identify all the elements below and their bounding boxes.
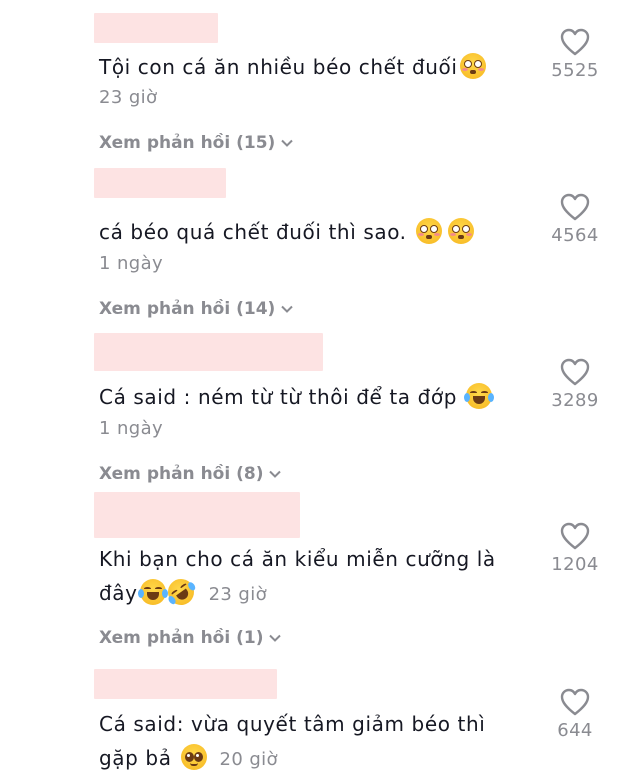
heart-icon — [560, 28, 590, 56]
chevron-down-icon — [269, 470, 282, 478]
like-button[interactable]: 3289 — [530, 358, 620, 411]
flushed-face-icon — [459, 53, 486, 79]
rolling-on-floor-laughing-face-icon — [162, 573, 199, 611]
comment-time: 23 giờ — [208, 584, 268, 605]
comment-time: 1 ngày — [99, 253, 164, 274]
comment-text: Cá said: vừa quyết tâm giảm béo thì gặp … — [99, 712, 486, 770]
heart-icon — [560, 688, 590, 716]
username-redacted[interactable] — [94, 669, 277, 699]
like-button[interactable]: 644 — [530, 688, 620, 741]
chevron-down-icon — [281, 305, 294, 313]
like-button[interactable]: 5525 — [530, 28, 620, 81]
flushed-face-icon — [447, 218, 474, 244]
chevron-down-icon — [281, 139, 294, 147]
like-count: 5525 — [551, 60, 599, 81]
chevron-down-icon — [269, 634, 282, 642]
like-button[interactable]: 4564 — [530, 193, 620, 246]
comment-time: 20 giờ — [219, 749, 278, 770]
view-replies-button[interactable]: Xem phản hồi (15) — [99, 133, 294, 153]
flushed-face-icon — [415, 218, 442, 244]
username-redacted[interactable] — [94, 333, 323, 371]
comment-item: Tội con cá ăn nhiều béo chết đuối 23 giờ… — [0, 0, 620, 165]
like-button[interactable]: 1204 — [530, 522, 620, 575]
comment-item: Cá said : ném từ từ thôi để ta đớp 1 ngà… — [0, 330, 620, 492]
comment-text: Khi bạn cho cá ăn kiểu miễn cưỡng là đây… — [99, 542, 520, 612]
like-count: 3289 — [551, 390, 599, 411]
comment-item: Cá said: vừa quyết tâm giảm béo thì gặp … — [0, 660, 620, 781]
comment-time: 23 giờ — [99, 87, 158, 108]
username-redacted[interactable] — [94, 13, 218, 43]
pleading-face-icon — [180, 744, 207, 770]
username-redacted[interactable] — [94, 168, 226, 198]
like-count: 4564 — [551, 225, 599, 246]
username-redacted[interactable] — [94, 492, 300, 538]
view-replies-button[interactable]: Xem phản hồi (8) — [99, 464, 282, 484]
comment-time: 1 ngày — [99, 418, 164, 439]
heart-icon — [560, 522, 590, 550]
comment-text: Tội con cá ăn nhiều béo chết đuối — [99, 50, 520, 84]
tears-of-joy-face-icon — [137, 579, 168, 605]
like-count: 644 — [557, 720, 593, 741]
heart-icon — [560, 193, 590, 221]
comment-item: Khi bạn cho cá ăn kiểu miễn cưỡng là đây… — [0, 492, 620, 660]
view-replies-button[interactable]: Xem phản hồi (1) — [99, 628, 282, 648]
like-count: 1204 — [551, 554, 599, 575]
comment-text: Cá said : ném từ từ thôi để ta đớp — [99, 380, 520, 414]
tears-of-joy-face-icon — [464, 383, 495, 409]
view-replies-button[interactable]: Xem phản hồi (14) — [99, 299, 294, 319]
heart-icon — [560, 358, 590, 386]
comment-item: cá béo quá chết đuối thì sao. 1 ngày Xem… — [0, 165, 620, 330]
comment-text: cá béo quá chết đuối thì sao. — [99, 215, 520, 249]
